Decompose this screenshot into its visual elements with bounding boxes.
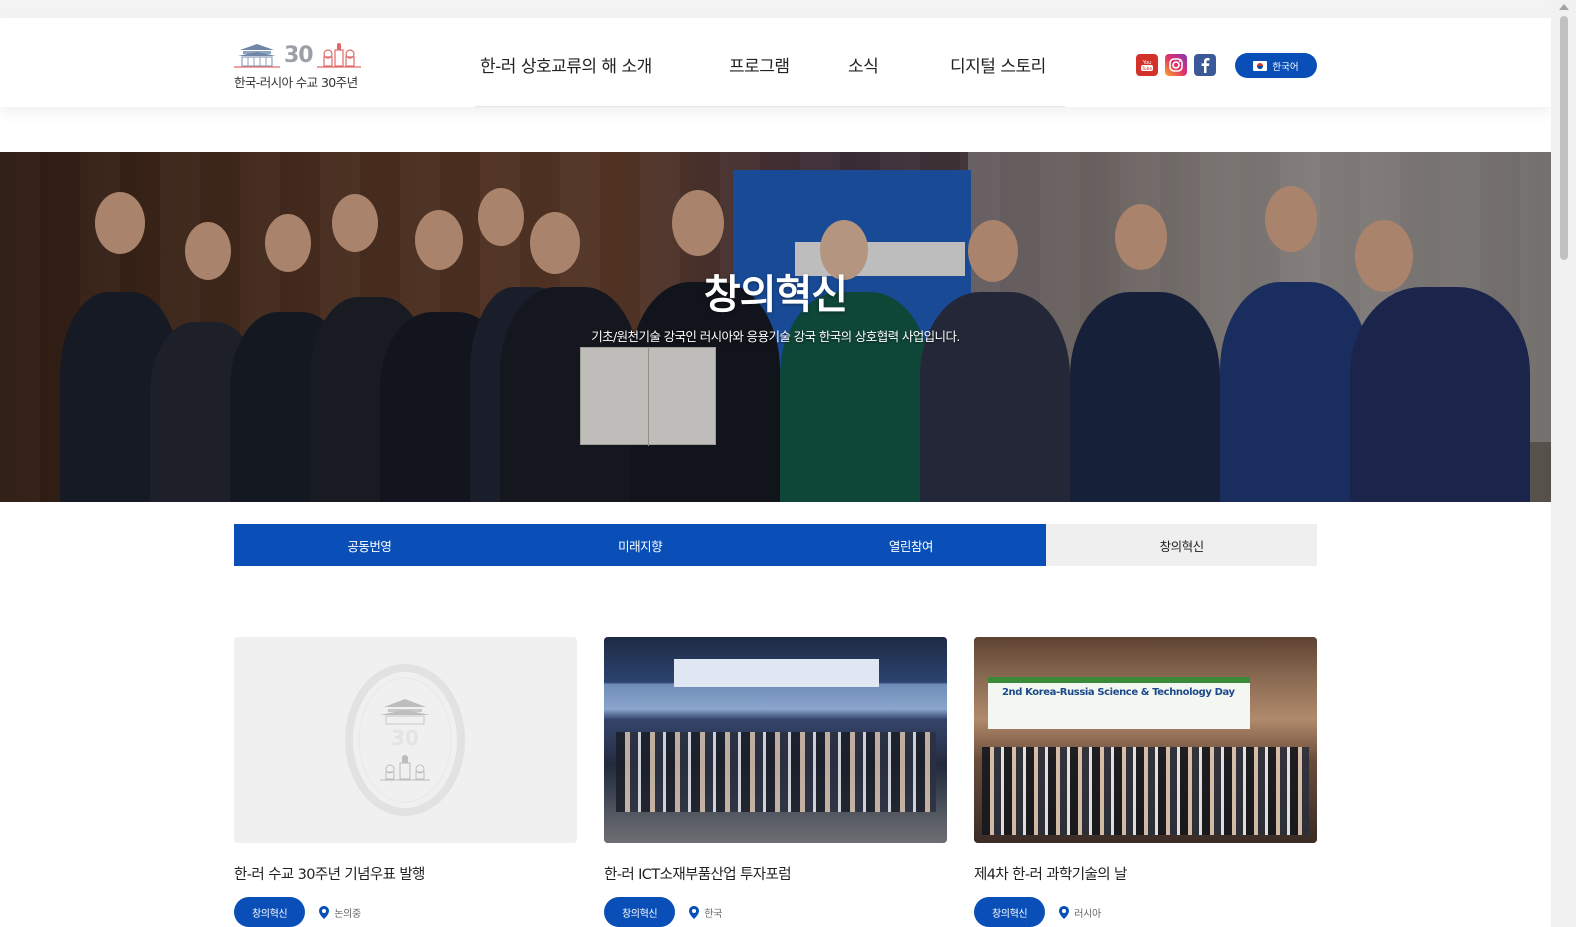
tab-creative-innovation[interactable]: 창의혁신 bbox=[1046, 524, 1317, 566]
svg-text:30: 30 bbox=[391, 726, 419, 750]
nav-underline bbox=[475, 106, 1065, 107]
top-band bbox=[0, 0, 1551, 18]
tab-joint-prosperity[interactable]: 공동번영 bbox=[234, 524, 505, 566]
category-badge[interactable]: 창의혁신 bbox=[234, 897, 306, 927]
nav-intro[interactable]: 한-러 상호교류의 해 소개 bbox=[480, 52, 652, 77]
nav-digital-story[interactable]: 디지털 스토리 bbox=[950, 52, 1046, 77]
card-thumbnail[interactable] bbox=[604, 637, 947, 843]
list-item: 30 한-러 수교 30주년 기념우표 발행 창의혁신 논의중 bbox=[234, 637, 577, 927]
instagram-icon[interactable] bbox=[1165, 54, 1187, 76]
nav-program[interactable]: 프로그램 bbox=[729, 52, 790, 77]
anniversary-emblem-icon: 30 bbox=[345, 664, 465, 816]
category-tabs: 공동번영 미래지향 열린참여 창의혁신 bbox=[234, 524, 1317, 566]
site-logo[interactable]: 30 한국-러시아 수교 30주년 bbox=[234, 38, 374, 90]
tab-future-oriented[interactable]: 미래지향 bbox=[504, 524, 776, 566]
list-item: 2nd Korea-Russia Science & Technology Da… bbox=[974, 637, 1317, 927]
card-location: 한국 bbox=[689, 905, 722, 920]
location-label: 러시아 bbox=[1074, 908, 1101, 920]
hero-banner: 창의혁신 기초/원천기술 강국인 러시아와 응용기술 강국 한국의 상호협력 사… bbox=[0, 152, 1551, 502]
language-label: 한국어 bbox=[1272, 61, 1299, 73]
card-title[interactable]: 한-러 수교 30주년 기념우표 발행 bbox=[234, 863, 577, 884]
korea-flag-icon bbox=[1253, 60, 1268, 71]
card-location: 러시아 bbox=[1059, 905, 1101, 920]
nav-news[interactable]: 소식 bbox=[848, 52, 879, 77]
youtube-icon[interactable]: You Tube bbox=[1136, 54, 1158, 76]
hero-title: 창의혁신 bbox=[703, 272, 848, 318]
svg-text:Tube: Tube bbox=[1141, 66, 1153, 72]
palace-logo-icon bbox=[234, 44, 280, 68]
vertical-scrollbar[interactable] bbox=[1551, 0, 1576, 927]
site-header: 30 한국-러시아 수교 30주년 한-러 상호교류의 해 소개 프로그램 소식… bbox=[0, 18, 1551, 107]
location-pin-icon bbox=[319, 905, 330, 919]
location-label: 논의중 bbox=[334, 908, 361, 920]
photo-banner-text: 2nd Korea-Russia Science & Technology Da… bbox=[1002, 687, 1235, 698]
location-label: 한국 bbox=[704, 908, 723, 920]
location-pin-icon bbox=[689, 905, 700, 919]
facebook-icon[interactable] bbox=[1194, 54, 1216, 76]
kremlin-logo-icon bbox=[316, 43, 361, 68]
card-thumbnail[interactable]: 30 bbox=[234, 637, 577, 843]
list-item: 한-러 ICT소재부품산업 투자포럼 창의혁신 한국 bbox=[604, 637, 947, 927]
scroll-up-icon[interactable] bbox=[1559, 4, 1569, 10]
card-title[interactable]: 제4차 한-러 과학기술의 날 bbox=[974, 863, 1317, 884]
logo-number: 30 bbox=[284, 43, 314, 68]
category-badge[interactable]: 창의혁신 bbox=[974, 897, 1046, 927]
tab-open-participation[interactable]: 열린참여 bbox=[775, 524, 1047, 566]
language-button[interactable]: 한국어 bbox=[1235, 53, 1317, 78]
page: 30 한국-러시아 수교 30주년 한-러 상호교류의 해 소개 프로그램 소식… bbox=[0, 0, 1576, 927]
hero-subtitle: 기초/원천기술 강국인 러시아와 응용기술 강국 한국의 상호협력 사업입니다. bbox=[591, 329, 960, 344]
scrollbar-thumb[interactable] bbox=[1560, 16, 1568, 260]
card-title[interactable]: 한-러 ICT소재부품산업 투자포럼 bbox=[604, 863, 947, 884]
category-badge[interactable]: 창의혁신 bbox=[604, 897, 676, 927]
location-pin-icon bbox=[1059, 905, 1070, 919]
card-thumbnail[interactable]: 2nd Korea-Russia Science & Technology Da… bbox=[974, 637, 1317, 843]
logo-subtitle: 한국-러시아 수교 30주년 bbox=[234, 75, 358, 90]
card-location: 논의중 bbox=[319, 905, 361, 920]
